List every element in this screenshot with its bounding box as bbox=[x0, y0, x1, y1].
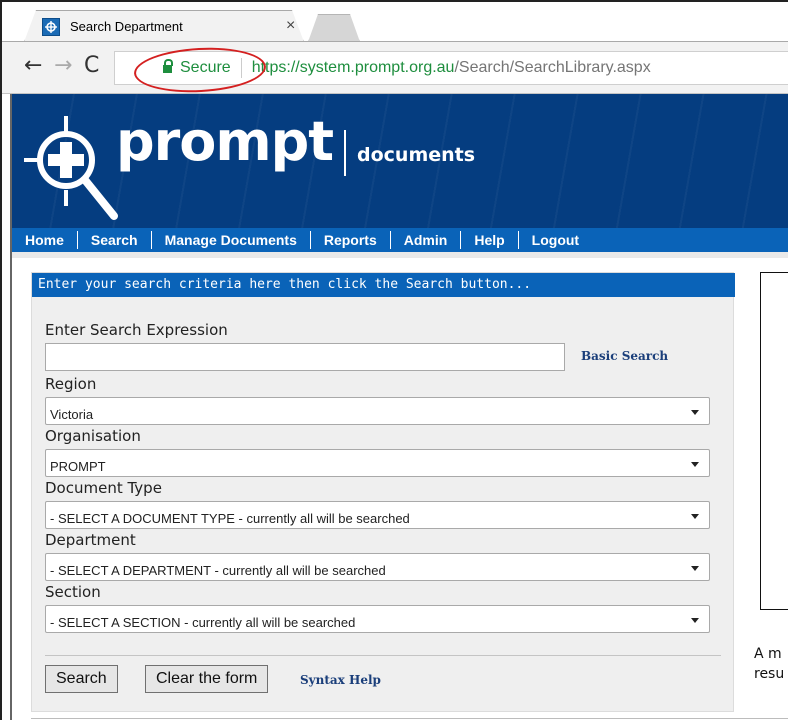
chevron-down-icon bbox=[691, 566, 699, 571]
tab-close-icon[interactable]: × bbox=[286, 17, 295, 35]
tab-search-department[interactable]: Search Department × bbox=[32, 11, 296, 42]
organisation-select[interactable]: PROMPT bbox=[45, 449, 710, 477]
document-type-select[interactable]: - SELECT A DOCUMENT TYPE - currently all… bbox=[45, 501, 710, 529]
expression-label: Enter Search Expression bbox=[45, 321, 228, 339]
panel-header: Enter your search criteria here then cli… bbox=[32, 273, 735, 297]
back-arrow-icon[interactable]: ← bbox=[24, 54, 42, 78]
logo-divider bbox=[344, 130, 346, 176]
region-label: Region bbox=[45, 375, 97, 393]
section-select[interactable]: - SELECT A SECTION - currently all will … bbox=[45, 605, 710, 633]
page-content: prompt documents Home Search Manage Docu… bbox=[12, 94, 788, 720]
chevron-down-icon bbox=[691, 514, 699, 519]
main-nav: Home Search Manage Documents Reports Adm… bbox=[12, 228, 788, 252]
nav-admin[interactable]: Admin bbox=[391, 231, 462, 249]
url-path: /Search/SearchLibrary.aspx bbox=[454, 59, 651, 76]
tab-title: Search Department bbox=[70, 19, 183, 34]
document-type-label: Document Type bbox=[45, 479, 162, 497]
document-type-selected-value: - SELECT A DOCUMENT TYPE - currently all… bbox=[50, 511, 410, 526]
site-favicon-icon bbox=[42, 17, 60, 36]
page-footer-rule bbox=[31, 718, 788, 719]
nav-home[interactable]: Home bbox=[12, 231, 78, 249]
chevron-down-icon bbox=[691, 618, 699, 623]
section-selected-value: - SELECT A SECTION - currently all will … bbox=[50, 615, 356, 630]
department-select[interactable]: - SELECT A DEPARTMENT - currently all wi… bbox=[45, 553, 710, 581]
nav-logout[interactable]: Logout bbox=[519, 231, 592, 249]
nav-underline bbox=[12, 252, 788, 258]
search-button[interactable]: Search bbox=[45, 665, 118, 693]
section-label: Section bbox=[45, 583, 101, 601]
panel-divider bbox=[45, 655, 721, 656]
clear-form-button[interactable]: Clear the form bbox=[145, 665, 269, 693]
logo-subtitle: documents bbox=[357, 144, 476, 166]
results-preview-box bbox=[760, 272, 788, 610]
url-host: https://system.prompt.org.au bbox=[251, 59, 455, 76]
magnifier-logo-icon bbox=[24, 116, 118, 220]
organisation-selected-value: PROMPT bbox=[50, 459, 106, 474]
region-select[interactable]: Victoria bbox=[45, 397, 710, 425]
forward-arrow-icon[interactable]: → bbox=[54, 54, 72, 78]
nav-manage-documents[interactable]: Manage Documents bbox=[152, 231, 311, 249]
department-selected-value: - SELECT A DEPARTMENT - currently all wi… bbox=[50, 563, 386, 578]
organisation-label: Organisation bbox=[45, 427, 141, 445]
reload-icon[interactable]: C bbox=[84, 54, 99, 78]
chevron-down-icon bbox=[691, 462, 699, 467]
nav-search[interactable]: Search bbox=[78, 231, 152, 249]
nav-reports[interactable]: Reports bbox=[311, 231, 391, 249]
results-note-text: A m resu bbox=[754, 646, 785, 682]
search-criteria-panel: Enter your search criteria here then cli… bbox=[31, 272, 735, 712]
browser-window: Search Department × ← → C Secure https:/… bbox=[0, 0, 788, 720]
basic-search-link[interactable]: Basic Search bbox=[581, 349, 668, 363]
region-selected-value: Victoria bbox=[50, 407, 94, 422]
department-label: Department bbox=[45, 531, 136, 549]
search-expression-input[interactable] bbox=[45, 343, 565, 371]
chevron-down-icon bbox=[691, 410, 699, 415]
logo-wordmark: prompt bbox=[116, 110, 334, 173]
tab-strip: Search Department × bbox=[2, 2, 788, 42]
syntax-help-link[interactable]: Syntax Help bbox=[300, 673, 381, 687]
site-header-banner: prompt documents bbox=[12, 94, 788, 230]
browser-toolbar: ← → C Secure https://system.prompt.org.a… bbox=[2, 42, 788, 94]
nav-help[interactable]: Help bbox=[461, 231, 519, 249]
new-tab-button[interactable] bbox=[308, 14, 360, 42]
